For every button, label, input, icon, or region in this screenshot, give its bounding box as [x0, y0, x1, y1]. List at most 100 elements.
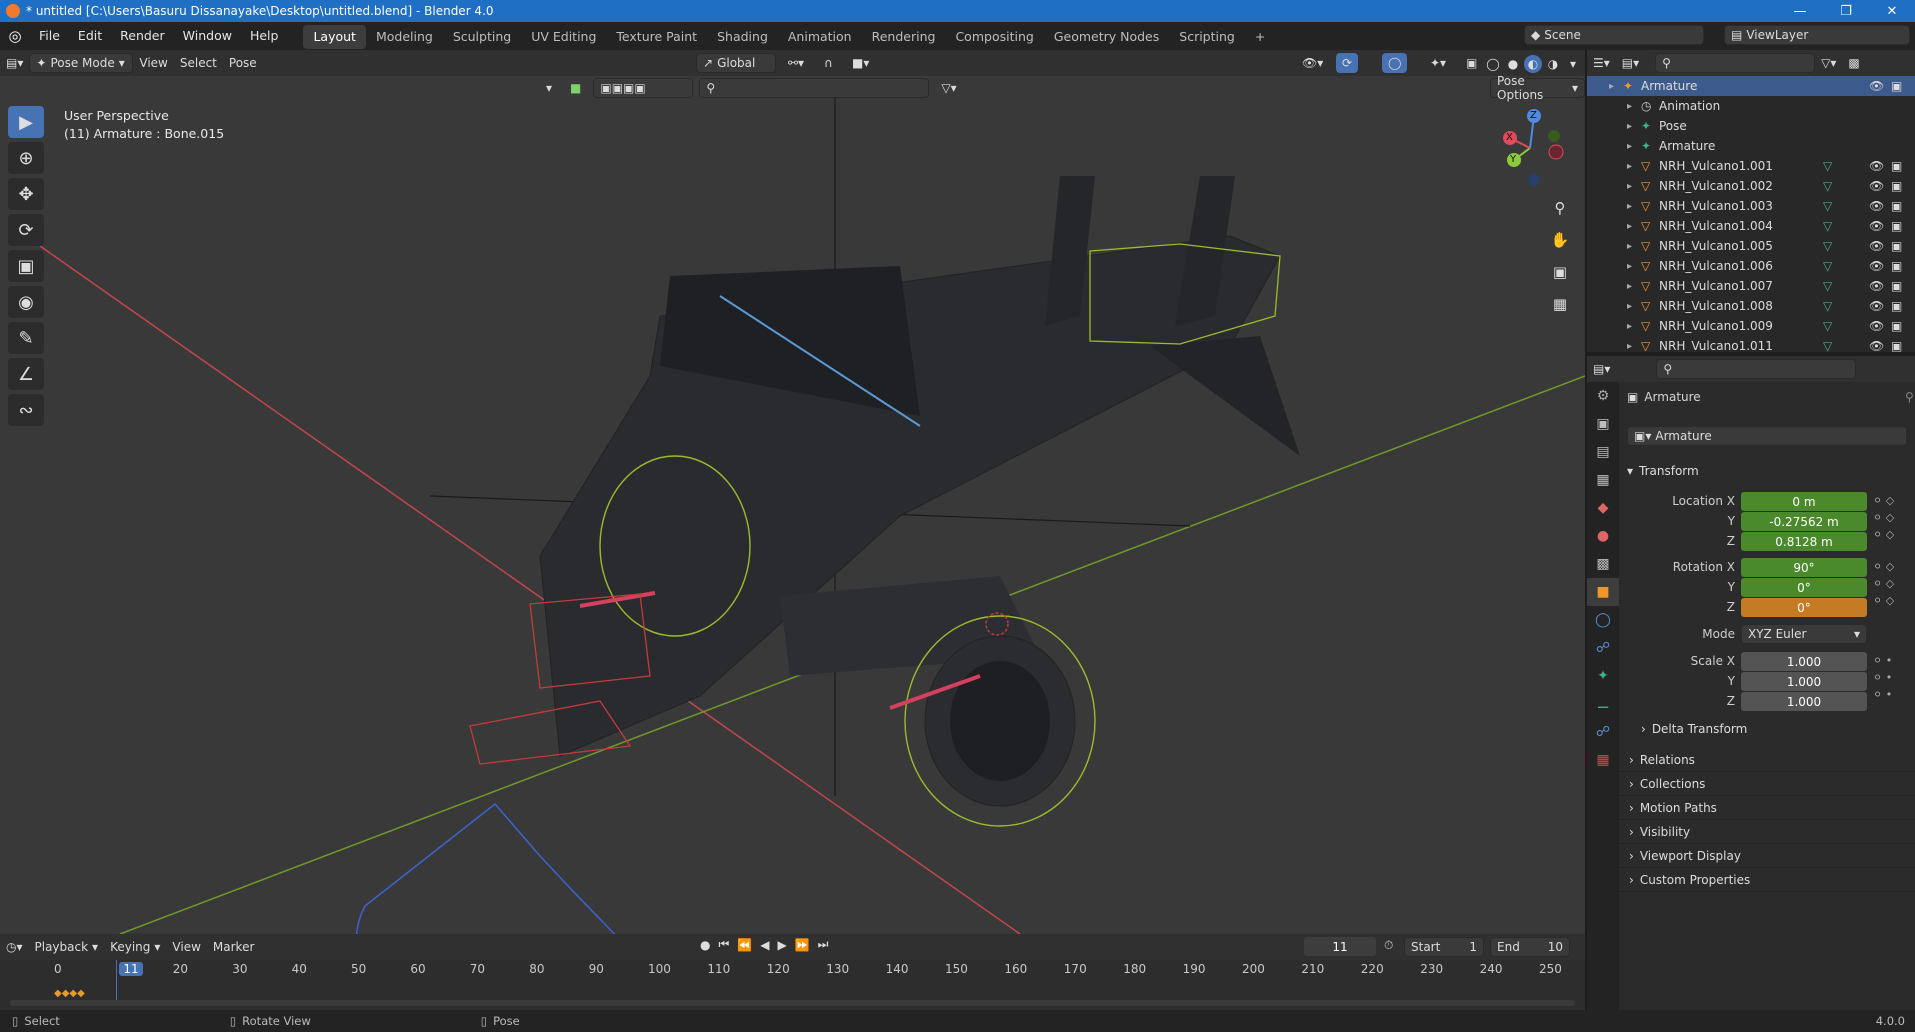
outliner-item[interactable]: ▸ ▽ NRH_Vulcano1.006 ▽ 👁 ▣: [1587, 256, 1915, 276]
measure-tool-icon[interactable]: ∠: [8, 358, 44, 390]
eye-icon[interactable]: 👁: [1869, 319, 1884, 333]
timeline-menu-marker[interactable]: Marker: [207, 937, 260, 957]
modifier-icon[interactable]: ▽: [1823, 239, 1832, 253]
chevron-right-icon[interactable]: ▸: [1627, 201, 1632, 212]
mode-selector[interactable]: ✦ Pose Mode ▾: [29, 53, 134, 73]
eye-icon[interactable]: 👁: [1869, 199, 1884, 213]
filter-icon[interactable]: ▽▾: [935, 78, 962, 98]
editor-type-button[interactable]: ▤▾: [0, 53, 29, 73]
eye-icon[interactable]: 👁: [1869, 159, 1884, 173]
viewport-search[interactable]: ⚲: [699, 78, 930, 98]
transform-tool-icon[interactable]: ◉: [8, 286, 44, 318]
outliner-item[interactable]: ▸ ▽ NRH_Vulcano1.011 ▽ 👁 ▣: [1587, 336, 1915, 352]
close-button[interactable]: ✕: [1869, 0, 1915, 22]
bone-overlay-button[interactable]: ✦▾: [1424, 53, 1452, 73]
pin-icon[interactable]: ⚲: [1905, 390, 1914, 404]
lock-icon[interactable]: ⚪ •: [1873, 688, 1892, 701]
cursor-tool-icon[interactable]: ⊕: [8, 142, 44, 174]
world-tab-icon[interactable]: ●: [1587, 522, 1619, 550]
lock-icon[interactable]: ⚪ ◇: [1873, 528, 1894, 541]
timeline-ruler[interactable]: ◆◆◆◆ 0 11 20 30 40 50 60 70 80 90 100 110 120 130 140 1…: [0, 960, 1585, 1010]
chevron-right-icon[interactable]: ▸: [1609, 81, 1614, 92]
play-icon[interactable]: ▶: [777, 938, 786, 952]
camera-icon[interactable]: ▣: [1891, 219, 1902, 233]
scene-selector[interactable]: ◆ Scene: [1524, 25, 1704, 45]
chevron-right-icon[interactable]: ▸: [1627, 181, 1632, 192]
lock-icon[interactable]: ⚪ ◇: [1873, 511, 1894, 524]
bone-tab-icon[interactable]: ⚊: [1587, 690, 1619, 718]
viewlayer-selector[interactable]: ▤ ViewLayer: [1724, 25, 1910, 45]
current-frame-field[interactable]: 11: [1304, 937, 1376, 956]
bone-envelope-tool-icon[interactable]: ∾: [8, 394, 44, 426]
texture-tab-icon[interactable]: ▦: [1587, 746, 1619, 774]
wireframe-shading-icon[interactable]: ◯: [1484, 55, 1502, 73]
rotation-mode-dropdown[interactable]: XYZ Euler ▾: [1741, 624, 1867, 644]
panel-relations[interactable]: › Relations: [1619, 748, 1915, 772]
record-icon[interactable]: ●: [700, 938, 710, 952]
outliner-item-selected[interactable]: ▸ ✦ Armature 👁 ▣: [1587, 76, 1915, 96]
workspace-tab-shading[interactable]: Shading: [707, 25, 778, 49]
eye-icon[interactable]: 👁: [1869, 299, 1884, 313]
modifier-icon[interactable]: ▽: [1823, 299, 1832, 313]
scale-x-field[interactable]: 1.000: [1741, 652, 1867, 671]
rendered-shading-icon[interactable]: ◑: [1544, 55, 1562, 73]
workspace-tab-layout[interactable]: Layout: [303, 25, 366, 49]
outliner-item[interactable]: ▸ ▽ NRH_Vulcano1.008 ▽ 👁 ▣: [1587, 296, 1915, 316]
scene-tab-icon[interactable]: ◆: [1587, 494, 1619, 522]
scale-z-field[interactable]: 1.000: [1741, 692, 1867, 711]
start-frame-field[interactable]: Start 1: [1404, 937, 1484, 957]
timeline-scrollbar[interactable]: [10, 1000, 1575, 1006]
workspace-tab-sculpting[interactable]: Sculpting: [443, 25, 521, 49]
outliner-item[interactable]: ▸ ▽ NRH_Vulcano1.005 ▽ 👁 ▣: [1587, 236, 1915, 256]
viewport-menu-pose[interactable]: Pose: [223, 53, 263, 73]
location-y-field[interactable]: -0.27562 m: [1741, 512, 1867, 531]
chevron-right-icon[interactable]: ▸: [1627, 141, 1632, 152]
chevron-right-icon[interactable]: ▸: [1627, 121, 1632, 132]
location-z-field[interactable]: 0.8128 m: [1741, 532, 1867, 551]
eye-icon[interactable]: 👁: [1869, 79, 1884, 93]
camera-icon[interactable]: ▣: [1891, 339, 1902, 352]
object-tab-icon[interactable]: ■: [1587, 578, 1619, 606]
add-workspace-button[interactable]: +: [1245, 25, 1275, 49]
play-reverse-icon[interactable]: ◀: [760, 938, 769, 952]
lock-icon[interactable]: ⚪ ◇: [1873, 594, 1894, 607]
menu-window[interactable]: Window: [174, 22, 241, 50]
overlay-toggle[interactable]: ◯: [1382, 53, 1408, 73]
annotate-tool-icon[interactable]: ✎: [8, 322, 44, 354]
eye-icon[interactable]: 👁: [1869, 339, 1884, 352]
snap-target-button[interactable]: ■▾: [846, 53, 875, 73]
prev-keyframe-icon[interactable]: ⏪: [737, 938, 752, 952]
outliner-item[interactable]: ▸ ▽ NRH_Vulcano1.003 ▽ 👁 ▣: [1587, 196, 1915, 216]
workspace-tab-texture-paint[interactable]: Texture Paint: [606, 25, 707, 49]
camera-icon[interactable]: ▣: [1891, 239, 1902, 253]
jump-end-icon[interactable]: ⏭: [818, 937, 829, 952]
camera-icon[interactable]: ▣: [1891, 319, 1902, 333]
eye-icon[interactable]: 👁: [1869, 219, 1884, 233]
delta-transform-subpanel[interactable]: › Delta Transform: [1641, 722, 1747, 736]
hand-pan-icon[interactable]: ✋: [1546, 226, 1574, 254]
chevron-right-icon[interactable]: ▸: [1627, 301, 1632, 312]
workspace-tab-scripting[interactable]: Scripting: [1169, 25, 1245, 49]
armature-data-tab-icon[interactable]: ✦: [1587, 662, 1619, 690]
modifier-icon[interactable]: ▽: [1823, 319, 1832, 333]
location-x-field[interactable]: 0 m: [1741, 492, 1867, 511]
grid-icon[interactable]: ▦: [1546, 290, 1574, 318]
pose-options-button[interactable]: Pose Options ▾: [1490, 76, 1585, 102]
maximize-button[interactable]: ❐: [1823, 0, 1869, 22]
chevron-down-icon[interactable]: ▾: [1564, 55, 1582, 73]
gizmo-toggle[interactable]: ⟳: [1336, 53, 1359, 73]
navigation-gizmo[interactable]: Z Y X: [1490, 108, 1570, 188]
modifier-icon[interactable]: ▽: [1823, 339, 1832, 352]
timeline-editor-icon[interactable]: ◷▾: [0, 937, 29, 957]
menu-render[interactable]: Render: [111, 22, 174, 50]
lock-icon[interactable]: ⚪ ◇: [1873, 560, 1894, 573]
chevron-right-icon[interactable]: ▸: [1627, 341, 1632, 352]
outliner-editor-icon[interactable]: ☰▾: [1587, 53, 1616, 73]
rotation-y-field[interactable]: 0°: [1741, 578, 1867, 597]
camera-icon[interactable]: ▣: [1891, 79, 1902, 93]
scale-y-field[interactable]: 1.000: [1741, 672, 1867, 691]
visibility-button[interactable]: 👁▾: [1296, 53, 1329, 73]
tool-tab-icon[interactable]: ⚙: [1587, 382, 1619, 410]
select-box-tool-icon[interactable]: ▶: [8, 106, 44, 138]
workspace-tab-geometry-nodes[interactable]: Geometry Nodes: [1044, 25, 1169, 49]
